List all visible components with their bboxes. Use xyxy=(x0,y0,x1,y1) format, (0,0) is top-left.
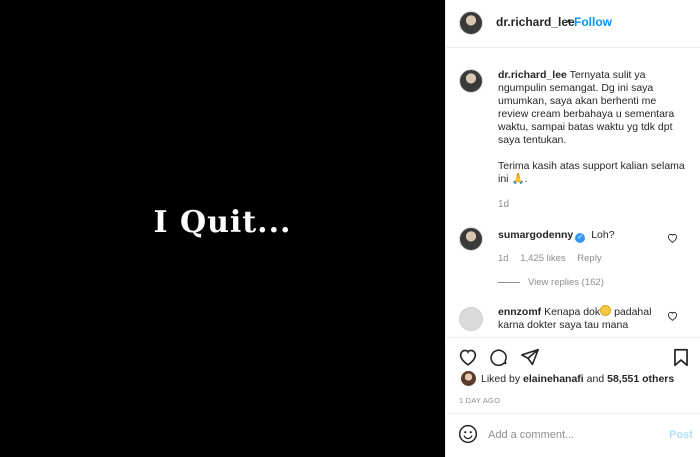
comment-input[interactable] xyxy=(488,426,658,444)
comment-meta: 1d 1,425 likes Reply xyxy=(498,253,611,264)
comment-text: sumargodenny ✓ Loh? xyxy=(498,229,615,243)
post-timestamp[interactable]: 1 DAY AGO xyxy=(459,396,500,405)
add-comment-bar: Post xyxy=(446,413,700,457)
heart-outline-icon[interactable] xyxy=(667,233,678,246)
caption-text: dr.richard_lee Ternyata sulit ya ngumpul… xyxy=(498,69,688,186)
comments-section[interactable]: dr.richard_lee Ternyata sulit ya ngumpul… xyxy=(446,49,700,336)
reply-button[interactable]: Reply xyxy=(577,253,601,264)
post-image[interactable]: I Quit... xyxy=(0,0,445,457)
heart-outline-icon[interactable] xyxy=(667,311,678,324)
likes-prefix: Liked by xyxy=(481,373,521,385)
likes-text: Liked by elainehanafi and 58,551 others xyxy=(481,373,674,385)
comment-text: ennzomf Kenapa dok padahal karna dokter … xyxy=(498,305,663,332)
comment-body: Kenapa dok xyxy=(544,306,601,318)
author-avatar[interactable] xyxy=(459,11,483,35)
post-image-text: I Quit... xyxy=(153,205,292,240)
comment-time[interactable]: 1d xyxy=(498,253,509,264)
likes-count[interactable]: 58,551 others xyxy=(607,373,674,385)
praying-hands-emoji: 🙏 xyxy=(511,173,525,185)
comment-icon[interactable] xyxy=(489,348,509,372)
liker-username[interactable]: elainehanafi xyxy=(523,373,584,385)
caption-avatar[interactable] xyxy=(459,69,483,93)
verified-badge-icon: ✓ xyxy=(575,233,586,243)
caption-time[interactable]: 1d xyxy=(498,199,509,210)
post-header: dr.richard_lee • Follow xyxy=(446,0,700,48)
post-button[interactable]: Post xyxy=(669,429,693,441)
caption-username[interactable]: dr.richard_lee xyxy=(498,69,567,81)
view-replies-button[interactable]: View replies (162) xyxy=(498,277,604,288)
commenter-avatar[interactable] xyxy=(459,307,483,331)
commenter-username[interactable]: ennzomf xyxy=(498,306,541,318)
author-username[interactable]: dr.richard_lee xyxy=(496,15,575,29)
share-icon[interactable] xyxy=(520,348,540,371)
heart-icon[interactable] xyxy=(458,348,478,371)
caption-end: . xyxy=(524,173,528,185)
follow-button[interactable]: Follow xyxy=(574,15,612,29)
emoji-icon[interactable] xyxy=(458,424,478,449)
likes-summary: Liked by elainehanafi and 58,551 others xyxy=(459,371,694,389)
worried-face-icon xyxy=(600,305,612,316)
replies-line xyxy=(498,281,520,283)
commenter-avatar[interactable] xyxy=(459,227,483,251)
liker-avatar[interactable] xyxy=(461,371,476,386)
separator-dot: • xyxy=(567,14,572,28)
view-replies-label: View replies (162) xyxy=(528,277,604,288)
commenter-username[interactable]: sumargodenny xyxy=(498,229,573,241)
likes-and: and xyxy=(586,373,605,385)
bookmark-icon[interactable] xyxy=(673,348,689,372)
post-sidebar: dr.richard_lee • Follow dr.richard_lee T… xyxy=(445,0,700,457)
comment-likes[interactable]: 1,425 likes xyxy=(520,253,565,264)
comment-body: Loh? xyxy=(591,229,615,241)
